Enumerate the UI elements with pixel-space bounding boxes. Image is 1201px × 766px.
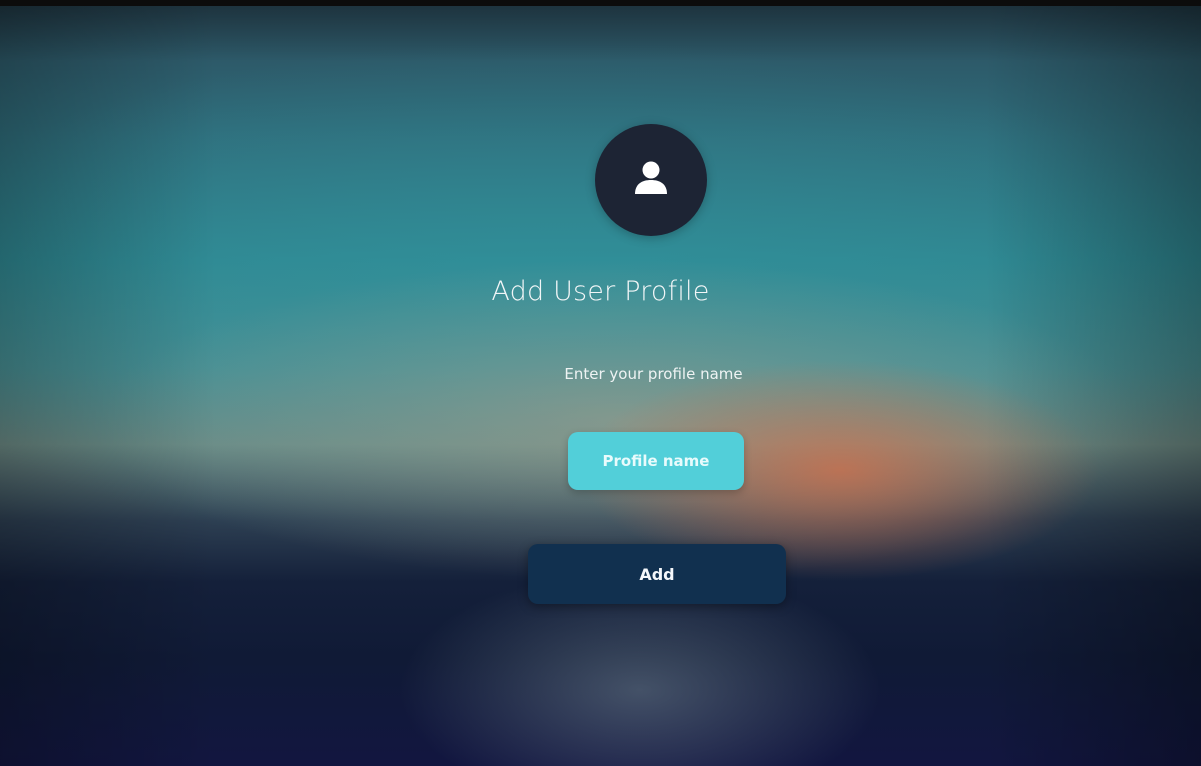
add-button[interactable]: Add	[528, 544, 786, 604]
avatar	[595, 124, 707, 236]
screen-bezel	[0, 0, 1201, 6]
profile-name-input[interactable]	[568, 432, 744, 490]
person-icon	[635, 161, 667, 194]
page-title: Add User Profile	[491, 276, 710, 307]
profile-name-prompt: Enter your profile name	[564, 365, 743, 383]
add-profile-screen: Add User Profile Enter your profile name…	[0, 0, 1201, 766]
